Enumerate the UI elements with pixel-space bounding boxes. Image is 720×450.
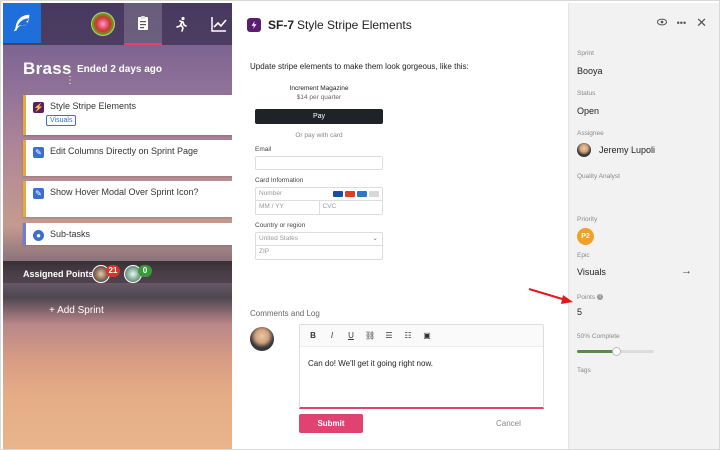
bolt-icon [247, 18, 261, 32]
cvc-field: CVC [319, 201, 383, 215]
comments-heading: Comments and Log [250, 309, 320, 318]
points-badge: 21 [106, 265, 120, 277]
assignee-value[interactable]: Jeremy Lupoli [599, 145, 655, 155]
tab-reports[interactable] [200, 3, 232, 45]
subtask-icon: ● [33, 230, 44, 241]
country-label: Country or region [255, 222, 306, 229]
image-icon[interactable]: ▣ [422, 331, 432, 340]
pencil-icon: ✎ [33, 147, 44, 158]
app-logo[interactable] [3, 3, 41, 43]
apple-pay-button: Pay [255, 109, 383, 124]
task-id: SF-7 [268, 18, 295, 32]
chevron-down-icon: ⌄ [372, 235, 378, 242]
complete-label: 50% Complete [577, 333, 620, 340]
app-window: Brass Ended 2 days ago ⋮ ⚡ Style Stripe … [0, 0, 720, 450]
embedded-image-stripe-form: Increment Magazine $14 per quarter Pay O… [255, 85, 383, 260]
card-number-placeholder: Number [259, 190, 283, 197]
card-title: Style Stripe Elements [50, 101, 137, 111]
country-value: United States [259, 235, 299, 242]
editor-toolbar: B I U ⛓ ☰ ☷ ▣ [300, 325, 543, 347]
pencil-icon: ✎ [33, 188, 44, 199]
sprint-board: Brass Ended 2 days ago ⋮ ⚡ Style Stripe … [3, 3, 232, 449]
card-title: Edit Columns Directly on Sprint Page [50, 146, 199, 156]
link-icon[interactable]: ⛓ [365, 331, 375, 340]
close-icon[interactable]: ✕ [696, 15, 707, 31]
running-icon [176, 16, 187, 32]
user-avatar[interactable] [91, 12, 115, 36]
points-label: Points [577, 294, 596, 301]
zip-field: ZIP [255, 246, 383, 260]
card-number-field: Number [255, 187, 383, 201]
epic-label: Epic [577, 252, 590, 259]
status-label: Status [577, 90, 596, 97]
underline-icon[interactable]: U [346, 331, 356, 340]
info-icon[interactable]: i [597, 294, 604, 301]
or-pay-label: Or pay with card [295, 132, 343, 139]
merchant-name: Increment Magazine [289, 85, 349, 92]
points-label-row: Points i [577, 294, 604, 301]
arrow-right-icon[interactable]: → [681, 265, 692, 277]
email-field [255, 156, 383, 170]
priority-badge[interactable]: P2 [577, 228, 594, 245]
card-info-label: Card Information [255, 177, 304, 184]
sprint-value[interactable]: Booya [577, 66, 603, 76]
sprint-ended-label: Ended 2 days ago [77, 64, 163, 75]
comment-editor[interactable]: B I U ⛓ ☰ ☷ ▣ Can do! We'll get it going… [299, 324, 544, 409]
add-sprint-button[interactable]: + Add Sprint [49, 305, 104, 316]
annotation-arrow-icon [528, 287, 573, 304]
card-title: Show Hover Modal Over Sprint Icon? [50, 187, 199, 197]
points-badge: 0 [138, 265, 152, 277]
sidebar-actions: ••• ✕ [656, 15, 707, 31]
list-item[interactable]: ✎ Edit Columns Directly on Sprint Page [23, 140, 232, 176]
priority-label: Priority [577, 216, 598, 223]
tab-sprints[interactable] [162, 3, 200, 45]
ordered-list-icon[interactable]: ☰ [384, 331, 394, 340]
sprint-label: Sprint [577, 50, 594, 57]
epic-value[interactable]: Visuals [577, 267, 606, 277]
country-select: United States ⌄ [255, 232, 383, 246]
slider-handle[interactable] [611, 347, 621, 356]
card-title: Sub-tasks [50, 229, 91, 239]
qa-label[interactable]: Quality Analyst [577, 173, 620, 180]
bolt-icon: ⚡ [33, 102, 44, 113]
list-item[interactable]: ⚡ Style Stripe Elements Visuals [23, 95, 232, 135]
avatar [250, 327, 274, 351]
task-detail: SF-7 Style Stripe Elements Update stripe… [232, 3, 568, 449]
bullet-list-icon[interactable]: ☷ [403, 331, 413, 340]
status-value[interactable]: Open [577, 106, 599, 116]
clipboard-icon [138, 16, 148, 30]
italic-icon[interactable]: I [327, 331, 337, 340]
more-horizontal-icon[interactable]: ••• [677, 18, 686, 28]
properties-sidebar: ••• ✕ Sprint Booya Status Open Assignee … [568, 3, 719, 449]
card-brands-icon [333, 191, 379, 197]
tags-label: Tags [577, 367, 591, 374]
cancel-button[interactable]: Cancel [496, 419, 521, 428]
chart-line-icon [211, 17, 227, 32]
expiry-field: MM / YY [255, 201, 320, 215]
feather-icon [13, 14, 30, 32]
progress-fill [577, 350, 616, 353]
progress-slider[interactable] [577, 347, 654, 356]
top-nav [3, 3, 232, 45]
points-value[interactable]: 5 [577, 307, 582, 317]
apple-pay-label: Pay [312, 113, 326, 120]
list-item[interactable]: ✎ Show Hover Modal Over Sprint Icon? [23, 181, 232, 217]
submit-button[interactable]: Submit [299, 414, 363, 433]
email-label: Email [255, 146, 272, 153]
assignee-label: Assignee [577, 130, 604, 137]
task-description[interactable]: Update stripe elements to make them look… [250, 62, 469, 71]
task-title[interactable]: Style Stripe Elements [297, 18, 412, 32]
price-text: $14 per quarter [296, 94, 342, 101]
bold-icon[interactable]: B [308, 331, 318, 340]
eye-icon[interactable] [656, 17, 667, 29]
tag-chip[interactable]: Visuals [46, 115, 77, 126]
assigned-points-label: Assigned Points: [23, 269, 97, 279]
list-item[interactable]: ● Sub-tasks [23, 223, 232, 245]
more-vertical-icon[interactable]: ⋮ [65, 76, 75, 89]
avatar [577, 143, 591, 157]
comment-text[interactable]: Can do! We'll get it going right now. [308, 359, 433, 368]
tab-tasks[interactable] [124, 3, 162, 45]
